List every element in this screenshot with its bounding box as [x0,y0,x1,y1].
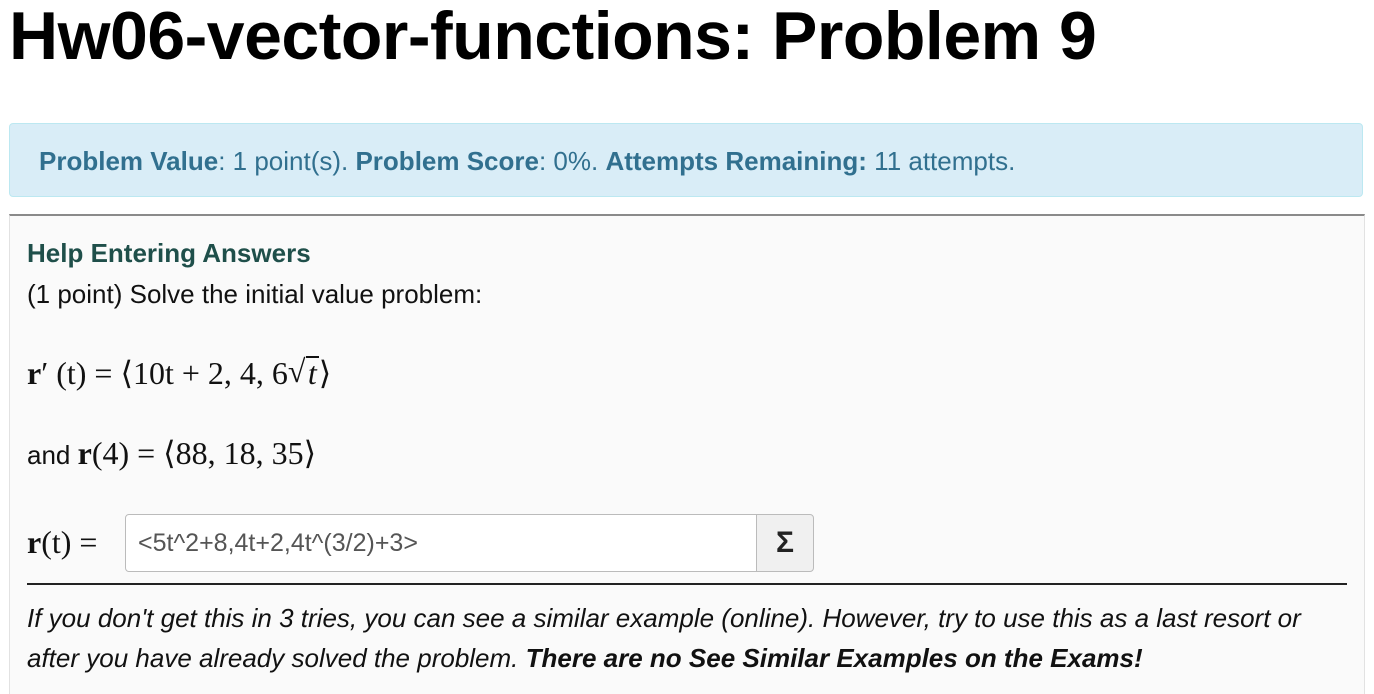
answer-input[interactable] [125,514,757,572]
sigma-icon: Σ [775,526,794,559]
answer-r-symbol: r [27,524,42,560]
closing-bracket: ⟩ [318,355,332,391]
problem-value-label: Problem Value [39,146,219,176]
page-title: Hw06-vector-functions: Problem 9 [9,0,1097,74]
answer-label-rest: (t) = [41,524,98,560]
answer-label: r(t) = [27,524,97,561]
similar-example-note: If you don't get this in 3 tries, you ca… [27,598,1357,678]
help-entering-answers-link[interactable]: Help Entering Answers [27,238,311,269]
problem-score-text: : 0%. [538,146,606,176]
problem-panel: Help Entering Answers (1 point) Solve th… [9,214,1365,694]
derivative-expression: ′ (t) = ⟨10t + 2, 4, 6 [41,355,288,391]
note-bold-text: There are no See Similar Examples on the… [525,643,1143,673]
r-vector-symbol-2: r [77,435,92,471]
r-vector-symbol: r [27,355,42,391]
problem-intro: (1 point) Solve the initial value proble… [27,279,483,309]
derivative-equation: r′ (t) = ⟨10t + 2, 4, 6 √ t⟩ [27,353,332,392]
initial-condition: and r(4) = ⟨88, 18, 35⟩ [27,434,316,472]
and-text: and [27,440,78,470]
initial-condition-expression: (4) = ⟨88, 18, 35⟩ [91,435,317,471]
attempts-remaining-text: 11 attempts. [866,146,1016,176]
problem-info-banner: Problem Value: 1 point(s). Problem Score… [9,123,1363,197]
problem-score-label: Problem Score [355,146,539,176]
equation-editor-button[interactable]: Σ [756,514,814,572]
sqrt-t: √ t [287,353,319,392]
attempts-remaining-label: Attempts Remaining: [605,146,867,176]
radical-icon: √ [287,353,306,389]
sqrt-argument: t [305,355,319,391]
problem-value-text: : 1 point(s). [218,146,356,176]
divider [27,583,1347,585]
